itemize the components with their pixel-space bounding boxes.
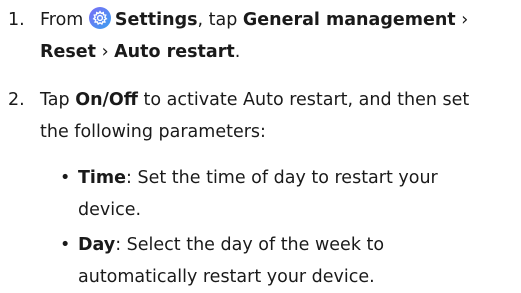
step-text: From Settings, tap General management › … — [40, 4, 518, 68]
day-description: : Select the day of the week to — [115, 235, 385, 255]
general-management-label: General management — [242, 10, 456, 30]
time-term: Time — [78, 168, 127, 188]
step-number: 1. — [8, 10, 25, 30]
bullet-text: Time: Set the time of day to restart you… — [78, 162, 518, 226]
step-line: Reset › Auto restart. — [40, 36, 518, 68]
text-tap: , tap — [197, 10, 243, 30]
auto-restart-label: Auto restart — [114, 42, 235, 62]
bullet-dot: • — [60, 168, 71, 188]
bullet-line: automatically restart your device. — [78, 267, 375, 287]
settings-gear-icon — [88, 7, 111, 29]
period: . — [234, 42, 241, 62]
chevron-right-icon: › — [455, 10, 469, 30]
on-off-label: On/Off — [75, 90, 138, 110]
step-text: Tap On/Off to activate Auto restart, and… — [40, 84, 518, 148]
text-tap: Tap — [40, 90, 76, 110]
bullet-dot: • — [60, 235, 71, 255]
chevron-right-icon: › — [96, 42, 115, 62]
bullet-line: device. — [78, 200, 142, 220]
bullet-line: Day: Select the day of the week to — [78, 229, 518, 261]
step-line: From Settings, tap General management › — [40, 4, 518, 36]
settings-label: Settings — [114, 10, 198, 30]
day-term: Day — [78, 235, 116, 255]
step-2-text: to activate Auto restart, and then set — [137, 90, 470, 110]
text-from: From — [40, 10, 89, 30]
bullet-line: Time: Set the time of day to restart you… — [78, 162, 518, 194]
time-description: : Set the time of day to restart your — [126, 168, 438, 188]
step-number: 2. — [8, 90, 25, 110]
step-line: Tap On/Off to activate Auto restart, and… — [40, 84, 518, 116]
bullet-text: Day: Select the day of the week to autom… — [78, 229, 518, 293]
step-line: the following parameters: — [40, 122, 266, 142]
reset-label: Reset — [40, 42, 96, 62]
